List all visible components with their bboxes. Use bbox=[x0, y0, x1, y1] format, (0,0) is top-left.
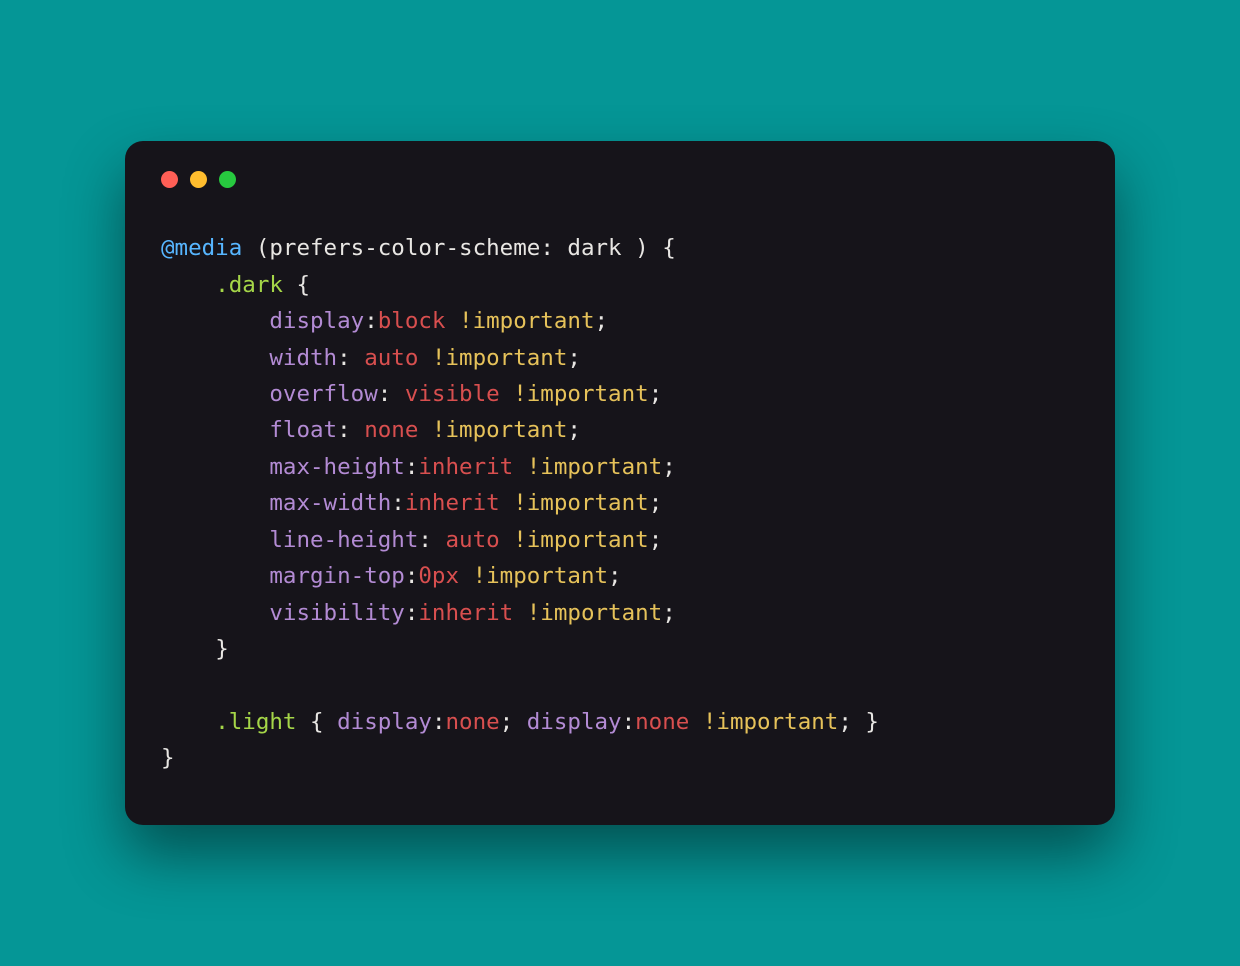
css-property: max-height bbox=[269, 454, 404, 480]
semicolon: ; bbox=[649, 527, 663, 553]
css-value: visible bbox=[405, 381, 500, 407]
important-keyword: !important bbox=[500, 381, 649, 407]
indent bbox=[161, 417, 269, 443]
css-value: auto bbox=[364, 345, 418, 371]
important-keyword: !important bbox=[513, 454, 662, 480]
css-property: display bbox=[269, 308, 364, 334]
css-property: display bbox=[527, 709, 622, 735]
selector-light: .light bbox=[215, 709, 296, 735]
important-keyword: !important bbox=[418, 417, 567, 443]
semicolon: ; bbox=[649, 490, 663, 516]
css-property: float bbox=[269, 417, 337, 443]
semicolon: ; bbox=[500, 709, 527, 735]
indent bbox=[161, 345, 269, 371]
brace-close: } bbox=[852, 709, 879, 735]
colon: : bbox=[622, 709, 636, 735]
traffic-lights bbox=[161, 171, 1079, 188]
semicolon: ; bbox=[649, 381, 663, 407]
brace-open: { bbox=[283, 272, 310, 298]
css-value: inherit bbox=[418, 454, 513, 480]
code-block: @media (prefers-color-scheme: dark ) { .… bbox=[161, 230, 1079, 777]
semicolon: ; bbox=[567, 417, 581, 443]
colon: : bbox=[540, 235, 567, 261]
indent bbox=[161, 308, 269, 334]
colon: : bbox=[405, 563, 419, 589]
brace-close: } bbox=[161, 745, 175, 771]
at-rule: @media bbox=[161, 235, 242, 261]
close-icon[interactable] bbox=[161, 171, 178, 188]
css-value: auto bbox=[445, 527, 499, 553]
media-feature: prefers-color-scheme bbox=[269, 235, 540, 261]
important-keyword: !important bbox=[500, 527, 649, 553]
colon: : bbox=[405, 600, 419, 626]
important-keyword: !important bbox=[418, 345, 567, 371]
minimize-icon[interactable] bbox=[190, 171, 207, 188]
media-value: dark bbox=[567, 235, 621, 261]
css-value: inherit bbox=[418, 600, 513, 626]
indent bbox=[161, 490, 269, 516]
indent bbox=[161, 454, 269, 480]
css-property: margin-top bbox=[269, 563, 404, 589]
semicolon: ; bbox=[595, 308, 609, 334]
brace-close: } bbox=[215, 636, 229, 662]
indent bbox=[161, 563, 269, 589]
selector-dark: .dark bbox=[215, 272, 283, 298]
maximize-icon[interactable] bbox=[219, 171, 236, 188]
indent bbox=[161, 600, 269, 626]
css-value: 0px bbox=[418, 563, 459, 589]
important-keyword: !important bbox=[689, 709, 838, 735]
semicolon: ; bbox=[662, 600, 676, 626]
brace-open: { bbox=[296, 709, 337, 735]
css-value: none bbox=[364, 417, 418, 443]
colon: : bbox=[418, 527, 445, 553]
css-property: visibility bbox=[269, 600, 404, 626]
semicolon: ; bbox=[838, 709, 852, 735]
semicolon: ; bbox=[567, 345, 581, 371]
colon: : bbox=[391, 490, 405, 516]
important-keyword: !important bbox=[500, 490, 649, 516]
indent bbox=[161, 272, 215, 298]
css-value: none bbox=[445, 709, 499, 735]
css-property: overflow bbox=[269, 381, 377, 407]
indent bbox=[161, 527, 269, 553]
important-keyword: !important bbox=[513, 600, 662, 626]
colon: : bbox=[364, 308, 378, 334]
css-value: none bbox=[635, 709, 689, 735]
paren-close-brace: ) { bbox=[622, 235, 676, 261]
css-value: block bbox=[378, 308, 446, 334]
css-value: inherit bbox=[405, 490, 500, 516]
colon: : bbox=[405, 454, 419, 480]
css-property: width bbox=[269, 345, 337, 371]
colon: : bbox=[432, 709, 446, 735]
important-keyword: !important bbox=[459, 563, 608, 589]
semicolon: ; bbox=[608, 563, 622, 589]
css-property: max-width bbox=[269, 490, 391, 516]
important-keyword: !important bbox=[445, 308, 594, 334]
colon: : bbox=[337, 417, 364, 443]
indent bbox=[161, 709, 215, 735]
css-property: display bbox=[337, 709, 432, 735]
colon: : bbox=[378, 381, 405, 407]
paren-open: ( bbox=[242, 235, 269, 261]
colon: : bbox=[337, 345, 364, 371]
indent bbox=[161, 381, 269, 407]
semicolon: ; bbox=[662, 454, 676, 480]
css-property: line-height bbox=[269, 527, 418, 553]
code-window: @media (prefers-color-scheme: dark ) { .… bbox=[125, 141, 1115, 825]
indent bbox=[161, 636, 215, 662]
